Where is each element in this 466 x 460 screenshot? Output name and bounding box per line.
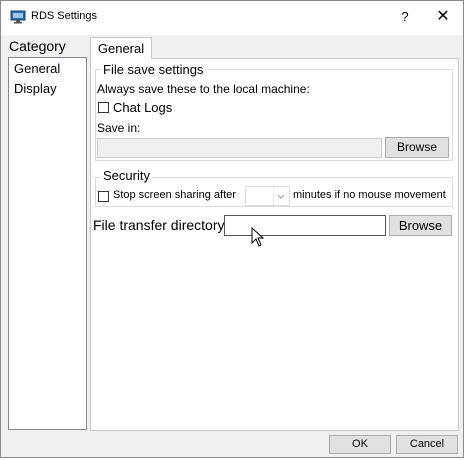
cancel-button[interactable]: Cancel	[396, 435, 458, 454]
file-save-settings-legend: File save settings	[101, 62, 206, 77]
help-button[interactable]: ?	[387, 5, 423, 29]
chat-logs-checkbox[interactable]	[98, 102, 109, 113]
file-save-description: Always save these to the local machine:	[97, 82, 310, 96]
monitor-icon	[10, 10, 26, 24]
stop-sharing-checkbox[interactable]	[98, 191, 109, 202]
window-title: RDS Settings	[31, 10, 98, 22]
file-transfer-label: File transfer directory	[93, 217, 225, 233]
rds-settings-dialog: RDS Settings ? ✕ Category General Displa…	[0, 0, 464, 458]
general-tab-panel: File save settings Always save these to …	[90, 58, 459, 431]
file-transfer-field[interactable]	[224, 215, 386, 236]
category-item-display[interactable]: Display	[14, 81, 57, 96]
save-in-browse-button[interactable]: Browse	[385, 137, 449, 158]
chat-logs-label: Chat Logs	[113, 100, 173, 115]
category-list[interactable]: General Display	[8, 57, 87, 430]
close-button[interactable]: ✕	[425, 5, 461, 29]
save-in-label: Save in:	[97, 121, 141, 135]
minutes-suffix-label: minutes if no mouse movement	[293, 189, 446, 201]
save-in-field[interactable]	[97, 138, 382, 158]
tab-general[interactable]: General	[90, 37, 152, 59]
title-bar: RDS Settings ? ✕	[1, 1, 463, 35]
ok-button[interactable]: OK	[329, 435, 391, 454]
category-heading: Category	[9, 38, 66, 54]
stop-sharing-label: Stop screen sharing after	[113, 189, 236, 201]
minutes-dropdown[interactable]	[245, 186, 290, 206]
mouse-cursor-icon	[251, 227, 265, 247]
category-item-general[interactable]: General	[14, 61, 60, 76]
file-transfer-browse-button[interactable]: Browse	[389, 215, 452, 236]
chevron-down-icon	[273, 187, 288, 205]
security-legend: Security	[101, 168, 152, 183]
